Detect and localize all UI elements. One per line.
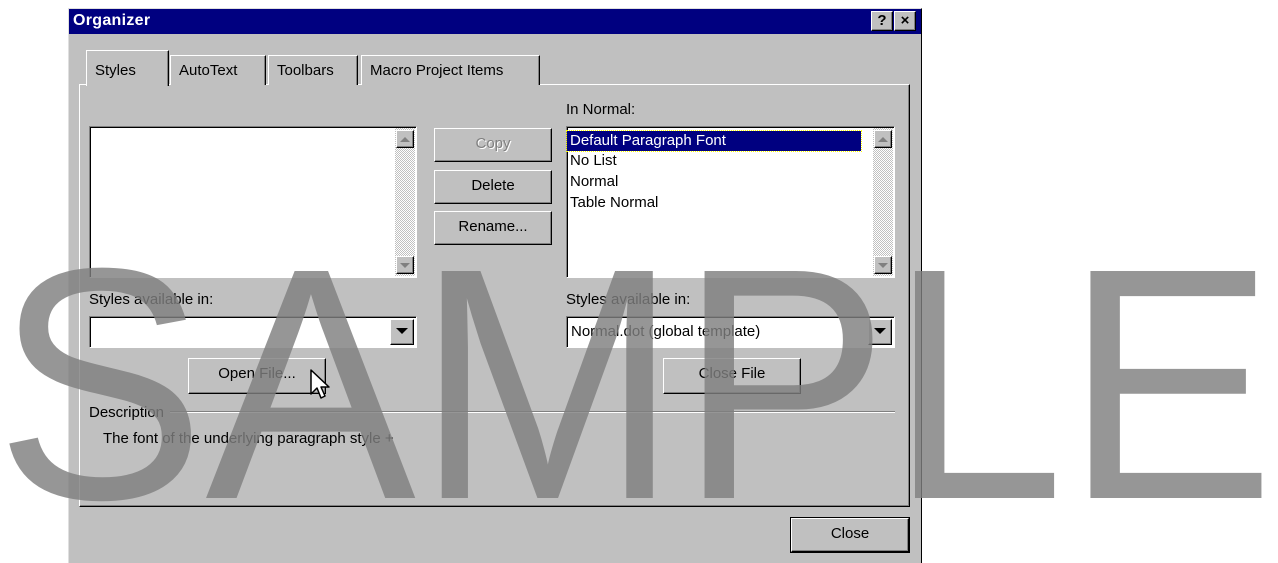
left-scroll-down-button[interactable] — [396, 256, 414, 274]
window-title: Organizer — [73, 12, 151, 29]
open-file-button-label: Open File... — [218, 365, 296, 382]
arrow-up-icon — [878, 137, 888, 142]
description-text: The font of the underlying paragraph sty… — [103, 430, 394, 447]
description-label: Description — [89, 404, 165, 421]
rename-button-label: Rename... — [458, 218, 528, 235]
tab-autotext[interactable]: AutoText — [170, 55, 266, 85]
copy-button-label: Copy — [475, 135, 511, 152]
right-list-scrollbar[interactable] — [873, 128, 893, 276]
left-dropdown-button[interactable] — [390, 319, 414, 345]
description-divider — [170, 411, 895, 413]
right-available-dropdown[interactable]: Normal.dot (global template) — [566, 316, 895, 348]
open-file-button[interactable]: Open File... — [188, 358, 326, 394]
right-available-label: Styles available in: — [566, 291, 691, 308]
right-styles-list[interactable]: Default Paragraph Font No List Normal Ta… — [566, 126, 895, 278]
mouse-cursor-icon — [310, 369, 330, 399]
delete-button-label: Delete — [471, 177, 515, 194]
close-button[interactable]: Close — [791, 518, 909, 552]
right-list-header: In Normal: — [566, 101, 636, 118]
left-available-dropdown[interactable] — [89, 316, 417, 348]
arrow-down-icon — [400, 263, 410, 268]
arrow-down-icon — [878, 263, 888, 268]
list-item[interactable]: Table Normal — [567, 193, 658, 213]
chevron-down-icon — [874, 328, 886, 334]
rename-button[interactable]: Rename... — [434, 211, 552, 245]
delete-button[interactable]: Delete — [434, 170, 552, 204]
list-item[interactable]: Default Paragraph Font — [566, 130, 862, 152]
tab-macro-project-items-label: Macro Project Items — [370, 62, 504, 79]
tab-styles-label: Styles — [95, 62, 136, 79]
tab-autotext-label: AutoText — [179, 62, 238, 79]
title-bar[interactable] — [69, 9, 921, 34]
close-window-button[interactable]: × — [894, 11, 916, 31]
close-file-button[interactable]: Close File — [663, 358, 801, 394]
tab-styles[interactable]: Styles — [86, 50, 169, 86]
arrow-up-icon — [400, 137, 410, 142]
left-styles-list[interactable] — [89, 126, 417, 278]
right-scroll-down-button[interactable] — [874, 256, 892, 274]
left-available-label: Styles available in: — [89, 291, 214, 308]
right-available-value: Normal.dot (global template) — [571, 323, 761, 340]
tab-toolbars[interactable]: Toolbars — [268, 55, 358, 85]
right-scroll-up-button[interactable] — [874, 130, 892, 148]
right-dropdown-button[interactable] — [868, 319, 892, 345]
chevron-down-icon — [396, 328, 408, 334]
close-button-label: Close — [830, 525, 870, 542]
left-scroll-up-button[interactable] — [396, 130, 414, 148]
left-list-scrollbar[interactable] — [395, 128, 415, 276]
tab-toolbars-label: Toolbars — [277, 62, 334, 79]
tab-macro-project-items[interactable]: Macro Project Items — [361, 55, 540, 85]
list-item[interactable]: Normal — [567, 172, 618, 192]
list-item[interactable]: No List — [567, 151, 617, 171]
help-button[interactable]: ? — [871, 11, 893, 31]
close-file-button-label: Close File — [698, 365, 766, 382]
copy-button[interactable]: Copy — [434, 128, 552, 162]
